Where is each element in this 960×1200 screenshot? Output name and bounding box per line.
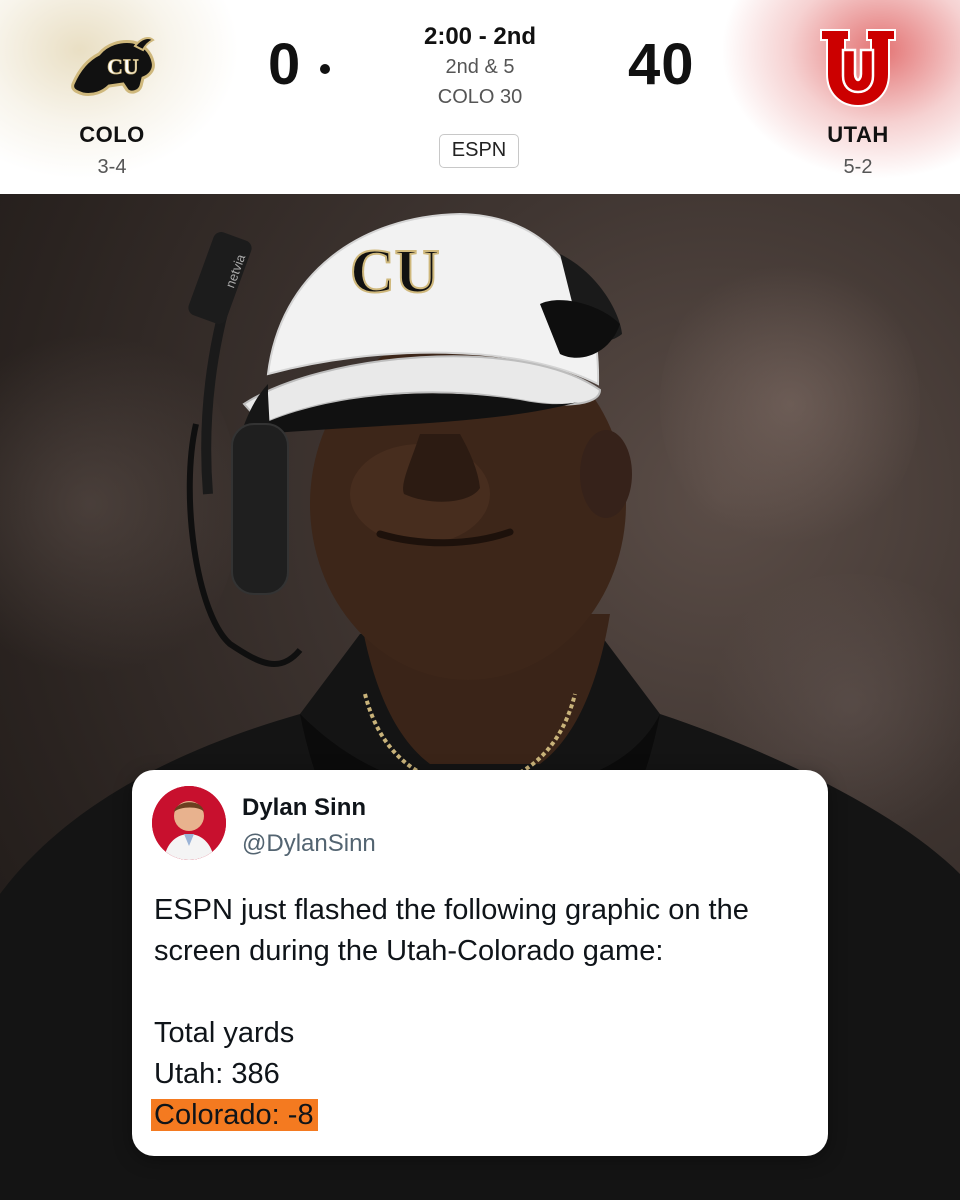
away-team-abbr: COLO [79,122,145,147]
network-badge[interactable]: ESPN [439,134,519,168]
scoreboard: CU COLO 3-4 0 2:00 - 2nd 2nd & 5 COLO 30… [0,0,960,194]
avatar-image [152,786,226,860]
game-status: 2:00 - 2nd 2nd & 5 COLO 30 [380,22,580,112]
utah-u-logo-icon [813,24,903,117]
svg-text:CU: CU [350,238,440,306]
author-name[interactable]: Dylan Sinn [242,794,366,822]
tweet-text: ESPN just flashed the following graphic … [151,890,814,1136]
tweet-card[interactable]: Dylan Sinn @DylanSinn ESPN just flashed … [132,770,828,1156]
away-score: 0 [268,32,302,97]
away-team[interactable]: CU COLO 3-4 [12,0,212,194]
author-avatar[interactable] [152,786,226,860]
cu-monogram-icon: CU [349,237,441,307]
tweet-line: ESPN just flashed the following graphic … [154,894,749,926]
home-team-abbr: UTAH [827,122,889,147]
away-team-record: 3-4 [97,156,127,178]
headset-mic-boom [188,232,252,324]
highlighted-stat: Colorado: -8 [151,1099,318,1131]
tweet-line: Utah: 386 [154,1058,280,1090]
tweet-line: Total yards [154,1017,295,1049]
home-score: 40 [628,32,695,97]
cu-buffalo-logo-icon: CU [69,34,155,105]
home-team-record: 5-2 [843,156,873,178]
home-team[interactable]: UTAH 5-2 [758,0,958,194]
down-and-distance: 2nd & 5 [445,56,515,78]
ball-spot: COLO 30 [437,86,523,108]
author-handle[interactable]: @DylanSinn [242,830,376,858]
game-clock: 2:00 - 2nd [423,23,537,50]
svg-text:CU: CU [107,54,139,79]
tweet-line: screen during the Utah-Colorado game: [154,935,664,967]
tweet-spacer [154,972,814,1013]
possession-indicator [320,64,330,74]
